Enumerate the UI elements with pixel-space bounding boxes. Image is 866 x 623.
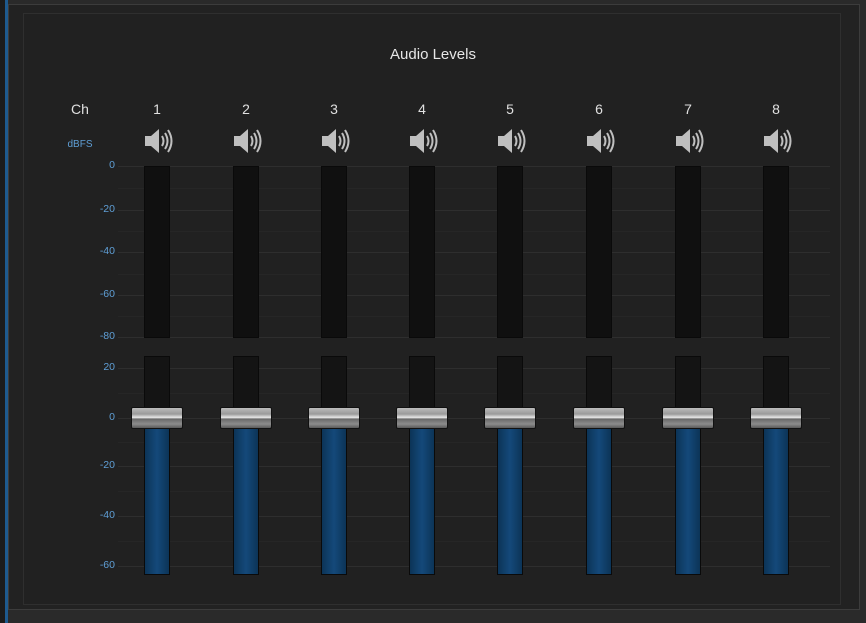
fader-tick-label: 20	[103, 361, 115, 373]
level-meter-ch6	[586, 166, 612, 338]
mute-button-ch6[interactable]	[579, 124, 619, 158]
minor-gridline	[118, 274, 830, 275]
fader-knob-ch3[interactable]	[308, 407, 360, 429]
speaker-icon	[402, 129, 442, 162]
meter-tick-label: -40	[99, 245, 115, 257]
minor-gridline	[118, 188, 830, 189]
window-left-edge	[0, 0, 8, 623]
panel-title: Audio Levels	[390, 46, 476, 63]
fader-knob-ch2[interactable]	[220, 407, 272, 429]
major-gridline	[118, 166, 830, 167]
fader-fill-ch5	[498, 417, 522, 574]
channel-number-4: 4	[418, 101, 426, 117]
level-meter-ch5	[497, 166, 523, 338]
channel-header: Ch	[71, 101, 89, 117]
fader-knob-ch6[interactable]	[573, 407, 625, 429]
speaker-icon	[226, 129, 266, 162]
meter-tick-label: -80	[99, 330, 115, 342]
mute-button-ch3[interactable]	[314, 124, 354, 158]
fader-knob-ch7[interactable]	[662, 407, 714, 429]
speaker-icon	[579, 129, 619, 162]
fader-track-ch1[interactable]	[144, 356, 170, 575]
mute-button-ch1[interactable]	[137, 124, 177, 158]
minor-gridline	[118, 442, 830, 443]
major-gridline	[118, 210, 830, 211]
channel-number-6: 6	[595, 101, 603, 117]
channel-number-1: 1	[153, 101, 161, 117]
level-meter-ch2	[233, 166, 259, 338]
minor-gridline	[118, 393, 830, 394]
fader-knob-ch4[interactable]	[396, 407, 448, 429]
mute-button-ch7[interactable]	[668, 124, 708, 158]
fader-fill-ch4	[410, 417, 434, 574]
speaker-icon	[314, 129, 354, 162]
major-gridline	[118, 252, 830, 253]
speaker-icon	[756, 129, 796, 162]
channel-number-3: 3	[330, 101, 338, 117]
speaker-icon	[490, 129, 530, 162]
fader-track-ch6[interactable]	[586, 356, 612, 575]
fader-fill-ch6	[587, 417, 611, 574]
major-gridline	[118, 337, 830, 338]
fader-fill-ch7	[676, 417, 700, 574]
fader-knob-ch8[interactable]	[750, 407, 802, 429]
channel-number-5: 5	[506, 101, 514, 117]
fader-track-ch5[interactable]	[497, 356, 523, 575]
minor-gridline	[118, 231, 830, 232]
meter-tick-label: -20	[99, 203, 115, 215]
minor-gridline	[118, 541, 830, 542]
level-meter-ch3	[321, 166, 347, 338]
mute-button-ch8[interactable]	[756, 124, 796, 158]
channel-number-8: 8	[772, 101, 780, 117]
level-meter-ch1	[144, 166, 170, 338]
major-gridline	[118, 295, 830, 296]
channel-number-2: 2	[242, 101, 250, 117]
major-gridline	[118, 368, 830, 369]
major-gridline	[118, 516, 830, 517]
major-gridline	[118, 566, 830, 567]
minor-gridline	[118, 491, 830, 492]
channel-number-7: 7	[684, 101, 692, 117]
fader-tick-label: -40	[99, 509, 115, 521]
fader-fill-ch1	[145, 417, 169, 574]
speaker-icon	[668, 129, 708, 162]
minor-gridline	[118, 316, 830, 317]
fader-knob-ch5[interactable]	[484, 407, 536, 429]
fader-knob-ch1[interactable]	[131, 407, 183, 429]
major-gridline	[118, 466, 830, 467]
fader-tick-label: 0	[109, 411, 115, 423]
meter-tick-label: 0	[109, 159, 115, 171]
level-meter-ch7	[675, 166, 701, 338]
fader-tick-label: -20	[99, 459, 115, 471]
dbfs-unit-label: dBFS	[67, 139, 93, 150]
fader-track-ch8[interactable]	[763, 356, 789, 575]
speaker-icon	[137, 129, 177, 162]
mute-button-ch4[interactable]	[402, 124, 442, 158]
mute-button-ch2[interactable]	[226, 124, 266, 158]
fader-fill-ch3	[322, 417, 346, 574]
mute-button-ch5[interactable]	[490, 124, 530, 158]
level-meter-ch4	[409, 166, 435, 338]
fader-fill-ch2	[234, 417, 258, 574]
fader-fill-ch8	[764, 417, 788, 574]
fader-track-ch4[interactable]	[409, 356, 435, 575]
fader-track-ch2[interactable]	[233, 356, 259, 575]
meter-tick-label: -60	[99, 288, 115, 300]
fader-tick-label: -60	[99, 559, 115, 571]
level-meter-ch8	[763, 166, 789, 338]
fader-track-ch7[interactable]	[675, 356, 701, 575]
fader-track-ch3[interactable]	[321, 356, 347, 575]
